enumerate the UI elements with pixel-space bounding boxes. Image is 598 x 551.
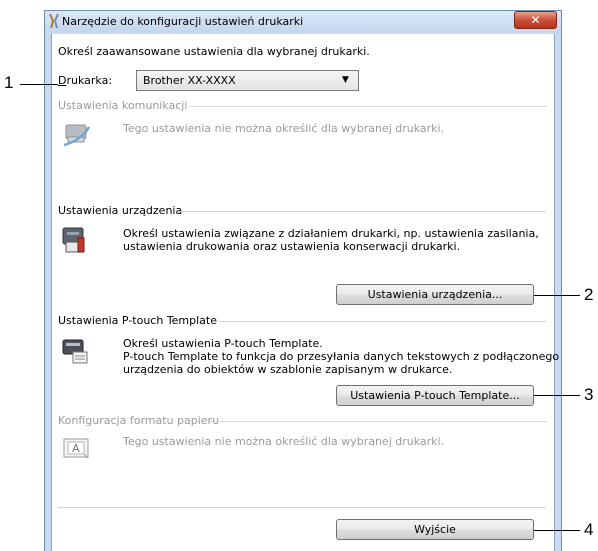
callout-1-line	[20, 84, 58, 85]
ptouch-header: Ustawienia P-touch Template	[58, 314, 218, 327]
communication-message: Tego ustawienia nie można określić dla w…	[123, 122, 445, 135]
ptouch-settings-button-label: Ustawienia P-touch Template...	[350, 389, 520, 402]
ptouch-template-icon	[60, 336, 90, 366]
device-header: Ustawienia urządzenia	[58, 204, 183, 217]
printer-label-rest: rukarka:	[66, 74, 113, 87]
communication-header: Ustawienia komunikacji	[58, 99, 188, 112]
printer-label: Drukarka:	[58, 74, 112, 87]
ptouch-description-line2: P-touch Template to funkcja do przesyłan…	[123, 350, 560, 363]
close-button[interactable]: ✕	[514, 11, 557, 29]
callout-3: 3	[584, 385, 594, 404]
paper-header: Konfiguracja formatu papieru	[58, 414, 220, 427]
callout-3-line	[534, 395, 580, 396]
communication-separator	[190, 106, 546, 107]
ptouch-settings-button[interactable]: Ustawienia P-touch Template...	[336, 385, 534, 406]
printer-tool-icon	[48, 13, 60, 29]
device-settings-button[interactable]: Ustawienia urządzenia...	[336, 284, 534, 305]
intro-text: Określ zaawansowane ustawienia dla wybra…	[58, 45, 370, 58]
device-settings-button-label: Ustawienia urządzenia...	[367, 288, 503, 301]
footer-separator	[58, 507, 546, 508]
device-description-line2: ustawienia drukowania oraz ustawienia ko…	[123, 240, 461, 253]
device-separator	[178, 211, 546, 212]
ptouch-description-line3: urządzenia do obiektów w szablonie zapis…	[123, 363, 453, 376]
communication-icon	[62, 119, 92, 149]
callout-4-line	[534, 530, 580, 531]
paper-message: Tego ustawienia nie można określić dla w…	[123, 435, 445, 448]
ptouch-description-line1: Określ ustawienia P-touch Template.	[123, 337, 323, 350]
paper-separator	[210, 421, 546, 422]
frame-right	[555, 33, 561, 551]
callout-1: 1	[4, 73, 14, 92]
exit-button[interactable]: Wyjście	[336, 519, 534, 540]
paper-format-icon: A	[62, 434, 92, 462]
callout-2-line	[534, 295, 580, 296]
printer-settings-icon	[60, 224, 90, 256]
window-title: Narzędzie do konfiguracji ustawień druka…	[62, 15, 304, 28]
printer-dropdown-value: Brother XX-XXXX	[143, 74, 236, 87]
device-description-line1: Określ ustawienia związane z działaniem …	[123, 227, 539, 240]
svg-text:A: A	[72, 442, 80, 455]
ptouch-separator	[218, 321, 546, 322]
chevron-down-icon[interactable]: ▼	[342, 75, 349, 85]
callout-2: 2	[584, 285, 594, 304]
callout-4: 4	[584, 520, 594, 539]
exit-button-label: Wyjście	[414, 523, 456, 536]
